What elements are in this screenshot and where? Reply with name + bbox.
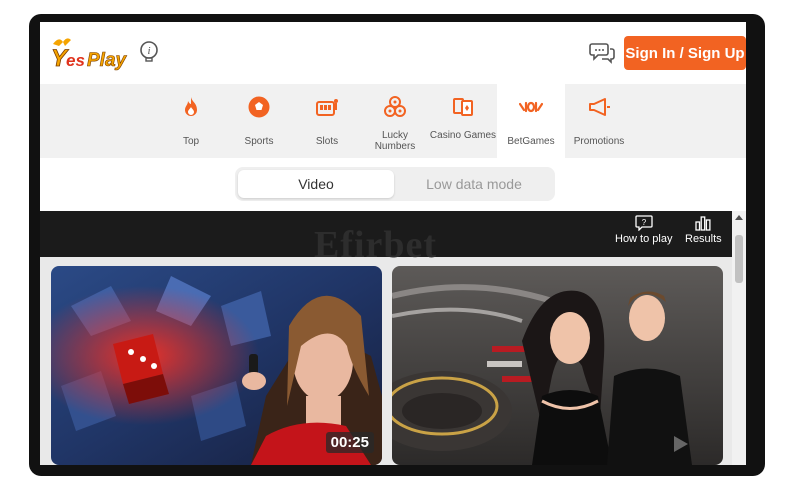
- scrollbar[interactable]: [732, 211, 746, 465]
- how-to-play-label: How to play: [615, 233, 673, 245]
- svg-text:es: es: [66, 51, 85, 70]
- scroll-up-arrow[interactable]: [735, 215, 743, 220]
- betgames-panel: Efirbet ? How to play Results 00:25: [40, 211, 746, 465]
- video-mode-button[interactable]: Video: [238, 170, 394, 198]
- cards-icon: [451, 95, 475, 119]
- nav-item-sports[interactable]: Sports: [225, 84, 293, 158]
- nav-item-promotions[interactable]: Promotions: [565, 84, 633, 158]
- results-button[interactable]: Results: [685, 215, 722, 245]
- app-screen: Y es Play i Sign In / Sign Up Top Sports…: [40, 22, 746, 465]
- low-data-mode-button[interactable]: Low data mode: [397, 170, 551, 198]
- nav-item-casino-games[interactable]: Casino Games: [429, 84, 497, 158]
- wheel-game-thumbnail: [392, 266, 723, 465]
- results-label: Results: [685, 233, 722, 245]
- lottery-balls-icon: [383, 95, 407, 119]
- nav-label: Casino Games: [429, 130, 497, 141]
- watermark: Efirbet: [314, 224, 438, 266]
- category-nav: Top Sports Slots Lucky Numbers Casino Ga…: [40, 84, 746, 158]
- help-icon: ?: [635, 215, 653, 231]
- countdown-timer: 00:25: [325, 432, 374, 453]
- svg-text:i: i: [147, 45, 150, 57]
- bar-chart-icon: [695, 216, 711, 231]
- nav-label: Sports: [244, 136, 274, 147]
- nav-label: Promotions: [573, 136, 625, 147]
- info-bulb-icon[interactable]: i: [138, 40, 160, 64]
- sign-in-button[interactable]: Sign In / Sign Up: [624, 36, 746, 70]
- betgames-icon: [518, 95, 544, 119]
- nav-item-top[interactable]: Top: [157, 84, 225, 158]
- svg-text:?: ?: [642, 218, 647, 227]
- nav-item-betgames[interactable]: BetGames: [497, 84, 565, 158]
- nav-item-lucky-numbers[interactable]: Lucky Numbers: [361, 84, 429, 158]
- chat-icon[interactable]: [589, 40, 615, 64]
- header: Y es Play i Sign In / Sign Up: [40, 22, 746, 84]
- slot-machine-icon: [315, 95, 339, 119]
- game-toolbar: Efirbet ? How to play Results: [40, 211, 732, 266]
- how-to-play-button[interactable]: ? How to play: [615, 215, 672, 245]
- soccer-ball-icon: [247, 95, 271, 119]
- yesplay-logo[interactable]: Y es Play: [49, 34, 131, 74]
- megaphone-icon: [587, 95, 611, 119]
- nav-label: BetGames: [507, 136, 555, 147]
- game-tile-wheel[interactable]: [392, 266, 723, 465]
- svg-text:Play: Play: [87, 50, 128, 71]
- scroll-thumb[interactable]: [735, 235, 743, 283]
- nav-label: Top: [182, 136, 200, 147]
- fire-icon: [179, 95, 203, 119]
- nav-item-slots[interactable]: Slots: [293, 84, 361, 158]
- view-mode-toggle: Video Low data mode: [235, 167, 555, 201]
- nav-label: Slots: [315, 136, 339, 147]
- nav-label: Lucky Numbers: [374, 130, 416, 152]
- game-tile-dice[interactable]: 00:25: [51, 266, 382, 465]
